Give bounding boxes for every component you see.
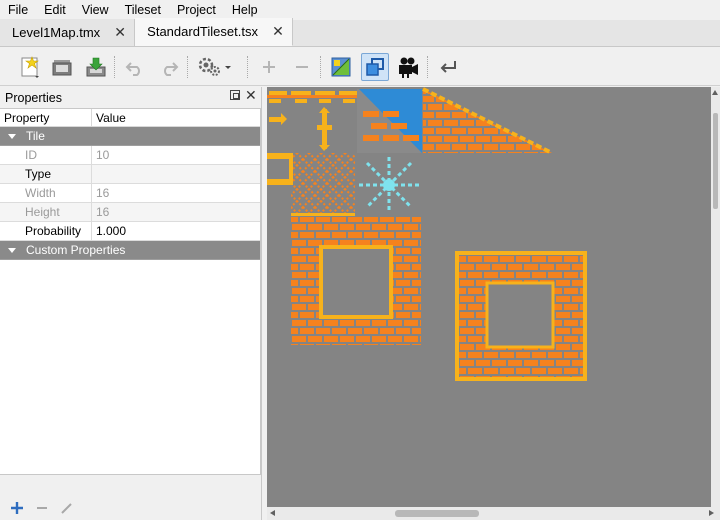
back-icon	[440, 61, 456, 73]
new-file-icon	[21, 56, 39, 78]
main-toolbar	[0, 48, 720, 86]
table-row[interactable]: Height 16	[0, 203, 260, 222]
redo-icon	[164, 62, 179, 76]
group-label: Tile	[26, 129, 45, 143]
toolbar-separator	[114, 56, 115, 78]
property-table: Property Value Tile ID 10 Type Width 16 …	[0, 108, 261, 475]
document-tabbar: Level1Map.tmx ✕ StandardTileset.tsx ✕	[0, 18, 720, 47]
tab-label: Level1Map.tmx	[12, 25, 101, 40]
scroll-up-icon[interactable]	[712, 90, 718, 95]
tile-brick-frame[interactable]	[455, 251, 587, 381]
property-name: Probability	[0, 222, 92, 240]
undo-button[interactable]	[121, 53, 149, 81]
property-value: 16	[96, 186, 110, 200]
tile-brick-window[interactable]	[291, 217, 421, 345]
tile-arrows[interactable]	[269, 107, 332, 151]
animation-editor-button[interactable]	[394, 53, 422, 81]
group-tile[interactable]: Tile	[0, 127, 260, 146]
scroll-thumb[interactable]	[395, 510, 479, 517]
menu-file[interactable]: File	[0, 0, 36, 20]
remove-property-button[interactable]	[34, 500, 50, 516]
menu-edit[interactable]: Edit	[36, 0, 74, 20]
menubar: File Edit View Tileset Project Help	[0, 0, 720, 20]
menu-project[interactable]: Project	[169, 0, 224, 20]
tileset-image[interactable]	[267, 87, 711, 507]
tileset-image-icon	[331, 57, 351, 77]
property-name: Width	[0, 184, 92, 202]
open-button[interactable]	[48, 53, 76, 81]
remove-tiles-button[interactable]	[288, 53, 316, 81]
settings-icon	[198, 57, 231, 76]
dynamic-wrapping-toggle[interactable]	[361, 53, 389, 81]
menu-help[interactable]: Help	[224, 0, 266, 20]
horizontal-scrollbar[interactable]	[267, 507, 720, 520]
minus-icon	[37, 507, 47, 509]
add-tile-icon	[263, 61, 275, 73]
float-panel-icon[interactable]	[230, 90, 240, 100]
tileset-image-button[interactable]	[327, 53, 355, 81]
scroll-right-icon[interactable]	[709, 510, 714, 516]
group-custom-properties[interactable]: Custom Properties	[0, 241, 260, 260]
table-row[interactable]: Width 16	[0, 184, 260, 203]
table-header: Property Value	[0, 109, 260, 127]
tile-cyan-burst[interactable]	[359, 157, 421, 213]
rename-property-button[interactable]	[59, 500, 75, 516]
tileset-canvas[interactable]	[267, 87, 711, 507]
property-value-input[interactable]: 1.000	[92, 222, 126, 240]
animation-editor-icon	[399, 57, 418, 78]
property-name: Height	[0, 203, 92, 221]
undo-icon	[125, 62, 140, 76]
save-button[interactable]	[82, 53, 110, 81]
properties-panel: Properties ✕ Property Value Tile ID 10 T…	[0, 87, 262, 520]
panel-title: Properties	[5, 91, 62, 105]
pencil-icon	[61, 503, 72, 514]
save-icon	[86, 57, 106, 77]
close-icon[interactable]: ✕	[272, 23, 284, 40]
expand-arrow-icon[interactable]	[8, 247, 16, 253]
vertical-scrollbar[interactable]	[711, 87, 720, 507]
tile-rail[interactable]	[267, 89, 357, 103]
toolbar-separator	[187, 56, 188, 78]
tileset-settings-button[interactable]	[194, 53, 234, 81]
group-label: Custom Properties	[26, 243, 126, 257]
scroll-left-icon[interactable]	[270, 510, 275, 516]
remove-tile-icon	[296, 66, 308, 68]
close-icon[interactable]: ✕	[114, 24, 126, 41]
open-folder-icon	[52, 60, 72, 76]
table-row[interactable]: Type	[0, 165, 260, 184]
menu-tileset[interactable]: Tileset	[117, 0, 169, 20]
toolbar-separator	[427, 56, 428, 78]
tab-level1map[interactable]: Level1Map.tmx ✕	[0, 19, 136, 46]
tab-label: StandardTileset.tsx	[147, 24, 258, 39]
dynamic-wrap-icon	[366, 58, 384, 76]
new-file-button[interactable]	[16, 53, 44, 81]
close-icon[interactable]: ✕	[245, 87, 257, 103]
column-header-value[interactable]: Value	[92, 109, 126, 126]
toolbar-separator	[320, 56, 321, 78]
back-button[interactable]	[434, 53, 462, 81]
redo-button[interactable]	[155, 53, 183, 81]
table-row[interactable]: Probability 1.000	[0, 222, 260, 241]
scroll-thumb[interactable]	[713, 113, 718, 209]
tile-lattice[interactable]	[267, 153, 355, 216]
plus-icon	[11, 502, 23, 514]
property-value: 10	[96, 148, 110, 162]
expand-arrow-icon[interactable]	[8, 133, 16, 139]
property-name: Type	[0, 165, 92, 183]
column-header-property[interactable]: Property	[0, 109, 92, 126]
property-value: 16	[96, 205, 110, 219]
property-name: ID	[0, 146, 92, 164]
table-row[interactable]: ID 10	[0, 146, 260, 165]
toolbar-separator	[247, 56, 248, 78]
tile-selected-slope[interactable]	[357, 89, 422, 153]
add-tiles-button[interactable]	[255, 53, 283, 81]
add-property-button[interactable]	[9, 500, 25, 516]
property-value-input[interactable]	[92, 165, 96, 183]
tile-slope-bricks[interactable]	[422, 87, 553, 155]
tab-standardtileset[interactable]: StandardTileset.tsx ✕	[135, 18, 293, 46]
properties-footer	[0, 492, 261, 520]
menu-view[interactable]: View	[74, 0, 117, 20]
